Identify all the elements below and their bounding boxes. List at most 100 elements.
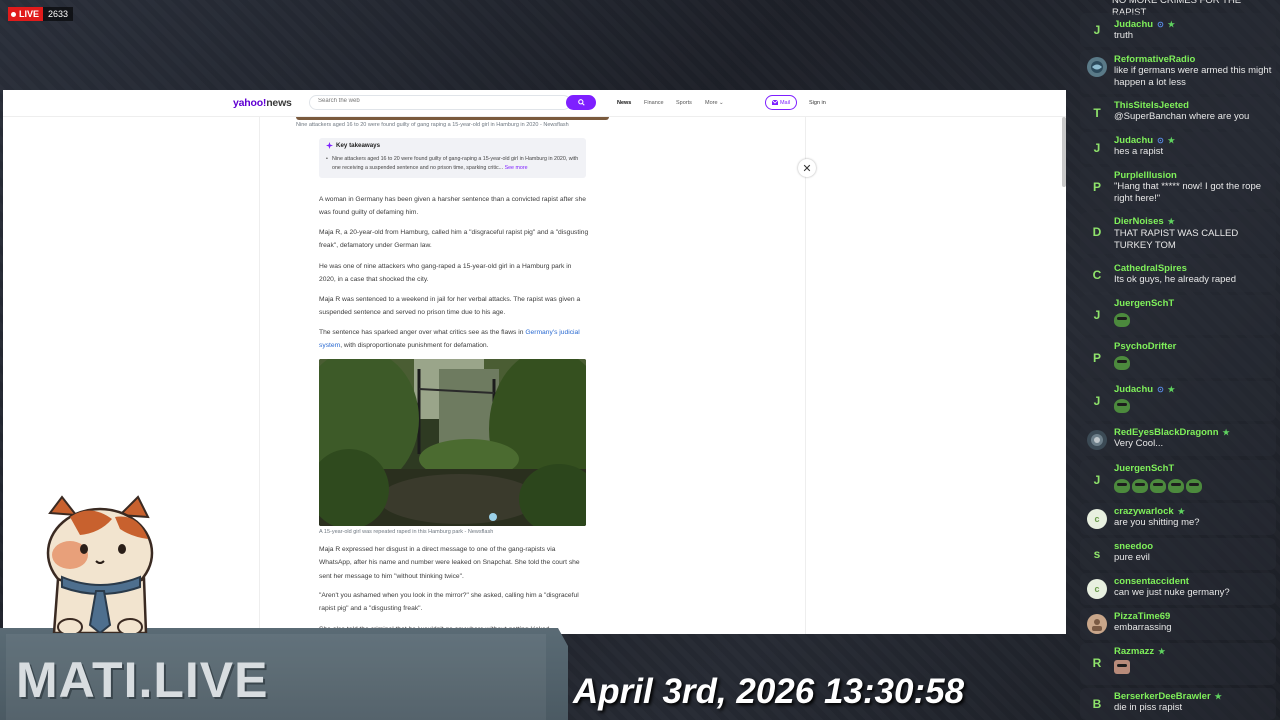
- hero-image-bottom: [296, 117, 609, 120]
- avatar: J: [1093, 308, 1101, 322]
- paragraph-5: The sentence has sparked anger over what…: [319, 326, 589, 353]
- page-scrollbar[interactable]: [1062, 117, 1066, 187]
- channel-brand: MATI.LIVE: [16, 652, 269, 708]
- pepe-emote-icon: [1114, 356, 1130, 370]
- avatar: c: [1087, 509, 1107, 529]
- chat-username[interactable]: Judachu ⊙ ★: [1114, 19, 1175, 30]
- avatar: B: [1092, 697, 1102, 711]
- chat-message: J JuergenSchT: [1080, 460, 1276, 500]
- chat-username[interactable]: Judachu ⊙ ★: [1114, 384, 1175, 395]
- close-button[interactable]: ✕: [798, 159, 816, 177]
- chat-message: P PsychoDrifter: [1080, 338, 1276, 378]
- chat-username[interactable]: Razmazz ★: [1114, 646, 1165, 657]
- paragraph-5-end: , with disproportionate punishment for d…: [340, 342, 489, 350]
- hero-image-caption: Nine attackers aged 16 to 20 were found …: [296, 122, 569, 128]
- live-dot-icon: [11, 11, 16, 17]
- chat-username-text: Razmazz: [1114, 646, 1155, 657]
- chat-emote: [1114, 660, 1130, 676]
- pepe-emote-icon: [1186, 479, 1202, 493]
- chat-username[interactable]: PurpleIllusion: [1114, 170, 1177, 181]
- chat-username-text: BerserkerDeeBrawler: [1114, 691, 1211, 702]
- avatar: c: [1087, 579, 1107, 599]
- chat-message: J Judachu ⊙ ★: [1080, 381, 1276, 421]
- yahoo-news-logo[interactable]: yahoo!news: [233, 97, 292, 109]
- paragraph-2: Maja R, a 20-year-old from Hamburg, call…: [319, 229, 589, 250]
- chat-username[interactable]: RedEyesBlackDragonn ★: [1114, 427, 1230, 438]
- sign-in-link[interactable]: Sign in: [809, 100, 826, 106]
- key-takeaways-text: Nine attackers aged 16 to 20 were found …: [326, 155, 579, 172]
- stream-chat: NO MORE CRIMES FOR THE RAPIST J Judachu ⊙…: [1076, 0, 1280, 720]
- key-takeaways-title: Key takeaways: [326, 142, 579, 149]
- chat-username[interactable]: crazywarlock ★: [1114, 506, 1185, 517]
- search-input[interactable]: [318, 98, 538, 104]
- chat-text: "Hang that ***** now! I got the rope rig…: [1114, 181, 1262, 204]
- yahoo-logo-main: yahoo!: [233, 97, 267, 109]
- sparkle-icon: [326, 142, 333, 149]
- nav-more[interactable]: More ⌄: [705, 100, 724, 106]
- chat-username[interactable]: DierNoises ★: [1114, 216, 1175, 227]
- live-indicator: LIVE: [8, 7, 44, 21]
- chat-username[interactable]: ReformativeRadio: [1114, 54, 1195, 65]
- chat-username[interactable]: sneedoo: [1114, 541, 1153, 552]
- chat-username-text: DierNoises: [1114, 216, 1164, 227]
- avatar: [1087, 57, 1107, 77]
- mail-button[interactable]: Mail: [765, 95, 797, 110]
- chat-text: Very Cool...: [1114, 438, 1164, 449]
- chat-text: @SuperBanchan where are you: [1114, 111, 1250, 122]
- avatar: [1087, 430, 1107, 450]
- avatar: R: [1092, 656, 1102, 670]
- stream-datetime: April 3rd, 2026 13:30:58: [573, 672, 965, 711]
- chat-text: like if germans were armed this might ha…: [1114, 65, 1272, 88]
- chat-username[interactable]: CathedralSpires: [1114, 263, 1187, 274]
- pepe-emote-icon: [1114, 479, 1130, 493]
- chat-username[interactable]: JuergenSchT: [1114, 298, 1174, 309]
- nav-sports[interactable]: Sports: [676, 100, 692, 106]
- chat-message: ReformativeRadio like if germans were ar…: [1080, 50, 1276, 94]
- mail-label: Mail: [779, 99, 791, 106]
- avatar: J: [1093, 473, 1101, 487]
- nav-news[interactable]: News: [617, 100, 631, 106]
- close-icon: ✕: [802, 162, 812, 175]
- star-badge-icon: ★: [1167, 217, 1175, 226]
- chat-username[interactable]: PsychoDrifter: [1114, 341, 1176, 352]
- yahoo-header: yahoo!news News Finance Sports More ⌄ Ma…: [3, 90, 1066, 117]
- pepe-emote-icon: [1150, 479, 1166, 493]
- chat-message: P PurpleIllusion "Hang that ***** now! I…: [1080, 167, 1276, 209]
- chat-username[interactable]: JuergenSchT: [1114, 463, 1174, 474]
- face-emote-icon: [1114, 660, 1130, 674]
- nav-finance[interactable]: Finance: [644, 100, 664, 106]
- search-button[interactable]: [566, 95, 596, 110]
- pepe-emote-icon: [1114, 313, 1130, 327]
- avatar: s: [1093, 547, 1101, 561]
- search-box[interactable]: [309, 95, 571, 110]
- chat-username-text: RedEyesBlackDragonn: [1114, 427, 1219, 438]
- park-photo-caption: A 15-year-old girl was repeated raped in…: [319, 529, 494, 535]
- avatar: P: [1092, 351, 1101, 365]
- chat-message: T ThisSiteIsJeeted @SuperBanchan where a…: [1080, 97, 1276, 129]
- chat-username[interactable]: consentaccident: [1114, 576, 1189, 587]
- chat-username[interactable]: ThisSiteIsJeeted: [1114, 100, 1189, 111]
- chat-message: s sneedoo pure evil: [1080, 538, 1276, 570]
- chat-username[interactable]: PizzaTime69: [1114, 611, 1170, 622]
- live-badge: LIVE 2633: [8, 7, 74, 21]
- chat-emote: [1114, 399, 1130, 415]
- chat-message: J JuergenSchT: [1080, 295, 1276, 335]
- live-label: LIVE: [19, 9, 40, 19]
- chat-emote: [1114, 313, 1130, 329]
- chat-username[interactable]: BerserkerDeeBrawler ★: [1114, 691, 1222, 702]
- star-badge-icon: ★: [1158, 647, 1166, 656]
- avatar: P: [1092, 180, 1101, 194]
- chat-emote-row: [1114, 479, 1202, 495]
- chat-text: die in piss rapist: [1114, 702, 1183, 713]
- chat-message: c crazywarlock ★ are you shitting me?: [1080, 503, 1276, 535]
- see-more-link[interactable]: See more: [505, 165, 528, 171]
- chat-message: R Razmazz ★: [1080, 643, 1276, 685]
- park-photo-graphic: [319, 359, 586, 526]
- avatar: J: [1093, 394, 1101, 408]
- pin-badge-icon: ⊙: [1157, 385, 1164, 394]
- chat-text: Its ok guys, he already raped: [1114, 274, 1236, 285]
- key-takeaways-label: Key takeaways: [336, 142, 381, 149]
- chat-username[interactable]: Judachu ⊙ ★: [1114, 135, 1175, 146]
- chat-message: RedEyesBlackDragonn ★ Very Cool...: [1080, 424, 1276, 456]
- avatar-photo-icon: [1092, 619, 1102, 631]
